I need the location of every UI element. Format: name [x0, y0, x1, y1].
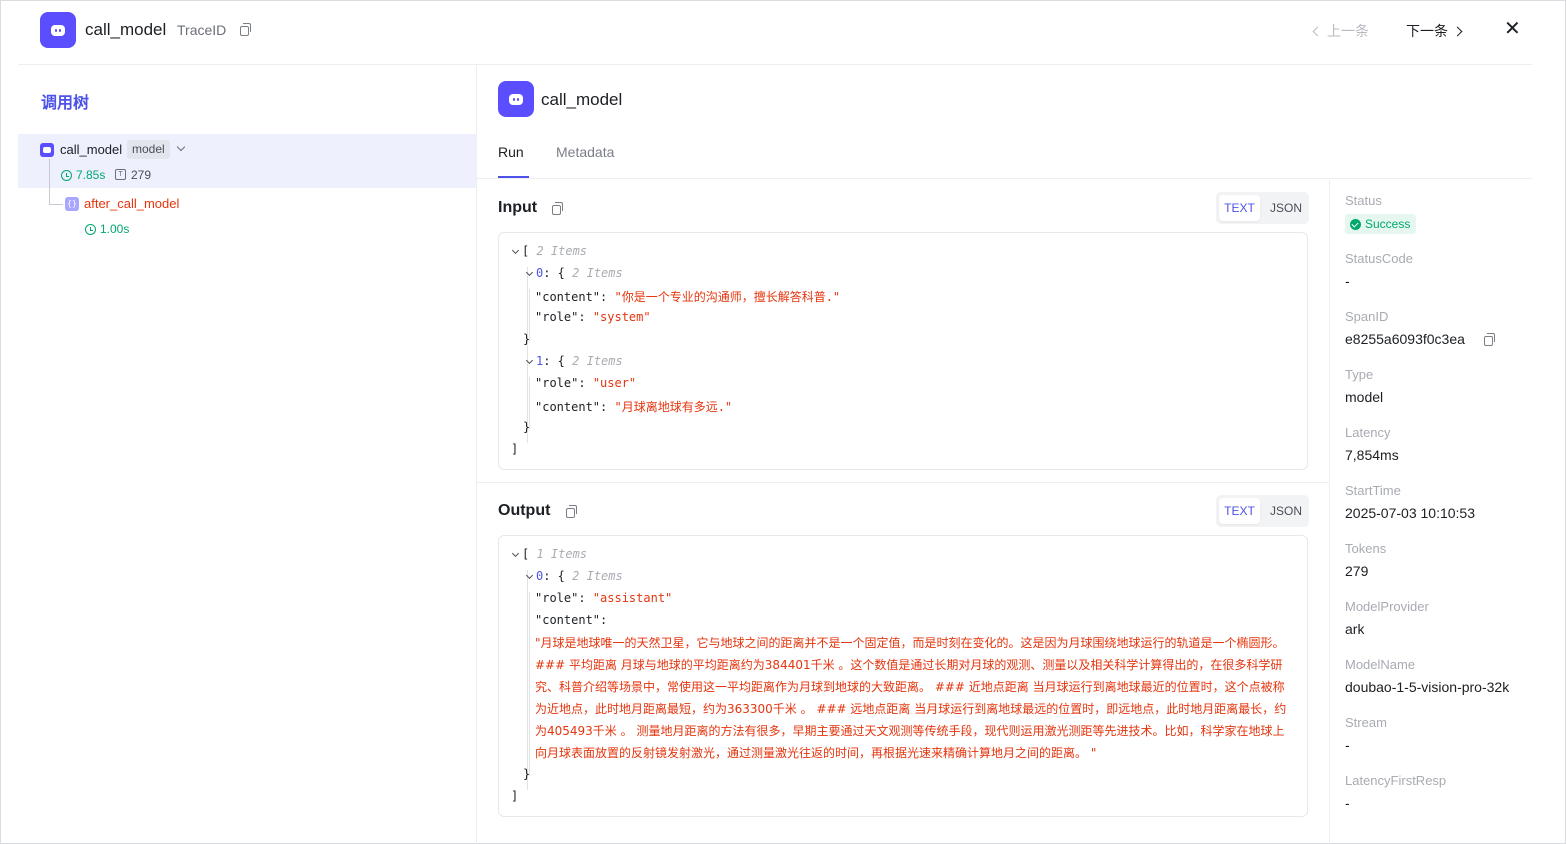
meta-label-tokens: Tokens [1345, 541, 1387, 556]
call-tree-panel: 调用树 call_model model 7.85s T 279 {} afte… [18, 65, 477, 844]
copy-spanid-icon[interactable] [1484, 333, 1495, 346]
tree-connector [49, 159, 50, 204]
text-format-button[interactable]: TEXT [1219, 195, 1260, 221]
json-format-button[interactable]: JSON [1266, 195, 1306, 221]
meta-value-stream: - [1345, 737, 1350, 753]
meta-value-modelname: doubao-1-5-vision-pro-32k [1345, 679, 1510, 695]
header-title: call_model [85, 20, 167, 39]
node-latency: 7.85s [76, 168, 106, 182]
chevron-right-icon [1452, 26, 1463, 36]
text-format-button[interactable]: TEXT [1219, 498, 1260, 524]
json-line: "role": "assistant" [535, 591, 673, 605]
tab-run[interactable]: Run [498, 144, 524, 160]
next-label: 下一条 [1406, 23, 1448, 39]
meta-value-tokens: 279 [1345, 563, 1369, 579]
meta-label-status: Status [1345, 193, 1382, 208]
json-format-button[interactable]: JSON [1266, 498, 1306, 524]
tree-node-name[interactable]: call_model [60, 142, 122, 157]
detail-tabs: Run Metadata [477, 129, 1532, 179]
meta-value-starttime: 2025-07-03 10:10:53 [1345, 505, 1475, 521]
meta-value-spanid: e8255a6093f0c3ea [1345, 331, 1465, 347]
json-line: "content": "月球离地球有多远." [535, 400, 733, 414]
copy-input-icon[interactable] [552, 202, 563, 215]
prev-button[interactable]: 上一条 [1312, 21, 1369, 41]
close-icon[interactable]: ✕ [1504, 19, 1521, 39]
output-content-text: "月球是地球唯一的天然卫星，它与地球之间的距离并不是一个固定值，而是时刻在变化的… [535, 636, 1287, 760]
input-format-toggle: TEXT JSON [1216, 192, 1309, 224]
function-icon: {} [65, 197, 79, 211]
clock-icon [85, 224, 96, 235]
check-circle-icon [1350, 218, 1361, 230]
input-json-viewer: [ 2 Items 0: { 2 Items "content": "你是一个专… [498, 232, 1308, 470]
chevron-down-icon[interactable] [525, 268, 534, 277]
json-line: "role": "system" [535, 310, 651, 324]
meta-label-modelprovider: ModelProvider [1345, 599, 1429, 614]
json-line: 0: { 2 Items [525, 569, 623, 583]
output-json-viewer: [ 1 Items 0: { 2 Items "role": "assistan… [498, 535, 1308, 817]
meta-label-latency: Latency [1345, 425, 1391, 440]
tree-connector [49, 204, 63, 205]
bot-icon [40, 143, 54, 157]
meta-value-statuscode: - [1345, 273, 1350, 289]
token-icon: T [115, 169, 126, 180]
meta-value-latencyfirstresp: - [1345, 795, 1350, 811]
meta-label-stream: Stream [1345, 715, 1387, 730]
call-tree-title: 调用树 [41, 95, 90, 112]
traceid-label: TraceID [177, 22, 227, 38]
status-value: Success [1365, 217, 1411, 231]
chevron-left-icon [1312, 26, 1323, 36]
tree-node-after-call-model[interactable]: after_call_model [84, 196, 179, 211]
chevron-down-icon[interactable] [511, 549, 520, 558]
section-divider [477, 482, 1329, 483]
node-tokens: 279 [131, 168, 152, 182]
chevron-down-icon[interactable] [525, 356, 534, 365]
active-tab-indicator [498, 176, 529, 178]
chevron-down-icon[interactable] [511, 246, 520, 255]
input-label: Input [498, 199, 538, 216]
span-title: call_model [541, 90, 623, 109]
node-type-badge: model [127, 140, 170, 159]
json-line: } [523, 332, 531, 346]
clock-icon [61, 170, 72, 181]
meta-value-latency: 7,854ms [1345, 447, 1399, 463]
column-divider [1329, 180, 1330, 844]
json-line: [ 1 Items [511, 547, 587, 561]
bot-icon [498, 81, 534, 117]
json-line: 0: { 2 Items [525, 266, 623, 280]
trace-detail-panel: call_model TraceID 上一条 下一条 ✕ 调用树 call_mo… [0, 0, 1566, 844]
meta-label-statuscode: StatusCode [1345, 251, 1413, 266]
meta-label-latencyfirstresp: LatencyFirstResp [1345, 773, 1447, 788]
bot-icon [40, 12, 76, 48]
json-line: 1: { 2 Items [525, 354, 623, 368]
json-line: ] [511, 442, 519, 456]
json-line: "content": "你是一个专业的沟通师，擅长解答科普." [535, 290, 841, 304]
json-line: } [523, 767, 531, 781]
copy-output-icon[interactable] [566, 505, 577, 518]
output-label: Output [498, 502, 551, 519]
status-badge: Success [1345, 214, 1417, 234]
meta-label-type: Type [1345, 367, 1374, 382]
meta-label-spanid: SpanID [1345, 309, 1389, 324]
prev-label: 上一条 [1327, 23, 1369, 39]
json-line: "content": [535, 613, 608, 627]
json-line: ] [511, 789, 519, 803]
header-bar: call_model TraceID 上一条 下一条 ✕ [18, 1, 1532, 65]
meta-label-starttime: StartTime [1345, 483, 1401, 498]
span-detail: call_model Run Metadata Input TEXT JSON … [477, 65, 1532, 844]
tab-metadata[interactable]: Metadata [556, 144, 614, 160]
json-line: "role": "user" [535, 376, 637, 390]
copy-traceid-icon[interactable] [240, 23, 251, 36]
node-latency: 1.00s [100, 222, 130, 236]
json-line: [ 2 Items [511, 244, 587, 258]
meta-value-modelprovider: ark [1345, 621, 1365, 637]
output-format-toggle: TEXT JSON [1216, 495, 1309, 527]
meta-value-type: model [1345, 389, 1384, 405]
json-line: } [523, 420, 531, 434]
meta-label-modelname: ModelName [1345, 657, 1416, 672]
next-button[interactable]: 下一条 [1406, 21, 1463, 41]
chevron-down-icon[interactable] [525, 571, 534, 580]
